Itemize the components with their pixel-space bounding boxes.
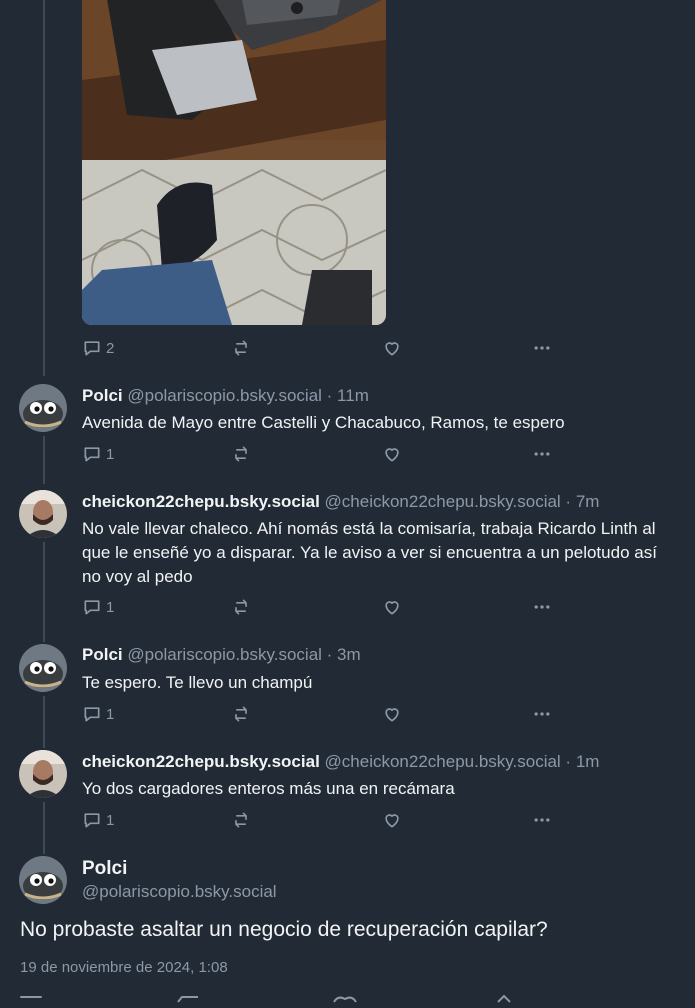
avatar[interactable] [19, 384, 67, 432]
author-name[interactable]: cheickon22chepu.bsky.social [82, 492, 320, 511]
reply-count: 1 [106, 705, 115, 723]
more-options-button[interactable] [532, 338, 552, 358]
reply-button[interactable]: 1 [82, 810, 114, 830]
photo-illustration [82, 0, 386, 325]
repost-button[interactable] [231, 704, 251, 724]
like-button[interactable] [382, 444, 402, 464]
post-header: cheickon22chepu.bsky.social @cheickon22c… [82, 492, 599, 512]
reply-count: 1 [106, 598, 115, 616]
reply-icon [82, 338, 102, 358]
more-options-button[interactable] [532, 444, 552, 464]
avatar[interactable] [19, 490, 67, 538]
repost-button[interactable] [231, 444, 251, 464]
reply-icon [82, 444, 102, 464]
more-icon [532, 444, 552, 464]
post-text: No vale llevar chaleco. Ahí nomás está l… [82, 519, 657, 586]
avatar-image [19, 490, 67, 538]
heart-icon [382, 338, 402, 358]
heart-icon [382, 704, 402, 724]
repost-icon [231, 338, 251, 358]
reply-button[interactable]: 1 [82, 597, 114, 617]
avatar[interactable] [19, 750, 67, 798]
repost-icon [231, 444, 251, 464]
more-options-button[interactable] [532, 597, 552, 617]
repost-button[interactable] [231, 810, 251, 830]
post-photo[interactable] [82, 0, 386, 325]
post-text: Avenida de Mayo entre Castelli y Chacabu… [82, 413, 565, 432]
author-name[interactable]: Polci [82, 645, 123, 664]
more-icon [532, 704, 552, 724]
reply-button[interactable]: 2 [82, 338, 114, 358]
post-header: Polci @polariscopio.bsky.social · 3m [82, 645, 361, 665]
author-handle-time[interactable]: @polariscopio.bsky.social · 11m [127, 386, 369, 405]
reply-button[interactable]: 1 [82, 444, 114, 464]
thread-line [43, 696, 45, 748]
like-button[interactable] [382, 704, 402, 724]
partial-action-icons [20, 994, 511, 1003]
avatar[interactable] [19, 644, 67, 692]
reply-icon [82, 810, 102, 830]
avatar-image [19, 384, 67, 432]
repost-icon [231, 704, 251, 724]
main-post-text: No probaste asaltar un negocio de recupe… [20, 918, 548, 941]
author-handle-time[interactable]: @cheickon22chepu.bsky.social · 1m [325, 752, 600, 771]
post-actions: 1 [82, 597, 562, 619]
post-text: Te espero. Te llevo un champú [82, 673, 313, 692]
reply-count: 1 [106, 811, 115, 829]
author-name[interactable]: Polci [82, 386, 123, 405]
avatar-image [19, 750, 67, 798]
author-handle-time[interactable]: @polariscopio.bsky.social · 3m [127, 645, 360, 664]
post-actions: 1 [82, 704, 562, 726]
reply-icon [82, 704, 102, 724]
reply-count: 1 [106, 445, 115, 463]
post-actions: 1 [82, 810, 562, 832]
main-post-actions-partial [0, 990, 695, 1003]
main-post-date: 19 de noviembre de 2024, 1:08 [20, 959, 228, 976]
repost-icon [231, 810, 251, 830]
reply-icon [82, 597, 102, 617]
main-author-name[interactable]: Polci [82, 858, 127, 880]
more-icon [532, 597, 552, 617]
heart-icon [382, 444, 402, 464]
like-button[interactable] [382, 597, 402, 617]
avatar-image [19, 644, 67, 692]
reply-button[interactable]: 1 [82, 704, 114, 724]
author-handle-time[interactable]: @cheickon22chepu.bsky.social · 7m [325, 492, 600, 511]
repost-button[interactable] [231, 338, 251, 358]
post-header: cheickon22chepu.bsky.social @cheickon22c… [82, 752, 599, 772]
main-author-handle[interactable]: @polariscopio.bsky.social [82, 882, 277, 902]
like-button[interactable] [382, 810, 402, 830]
post-header: Polci @polariscopio.bsky.social · 11m [82, 386, 369, 406]
post-text: Yo dos cargadores enteros más una en rec… [82, 779, 455, 798]
more-icon [532, 810, 552, 830]
like-button[interactable] [382, 338, 402, 358]
post-actions: 1 [82, 444, 562, 466]
reply-count: 2 [106, 339, 115, 357]
heart-icon [382, 597, 402, 617]
heart-icon [382, 810, 402, 830]
thread-line [43, 542, 45, 642]
more-options-button[interactable] [532, 810, 552, 830]
repost-icon [231, 597, 251, 617]
avatar-image [19, 856, 67, 904]
more-icon [532, 338, 552, 358]
author-name[interactable]: cheickon22chepu.bsky.social [82, 752, 320, 771]
post-actions: 2 [82, 338, 562, 360]
main-avatar[interactable] [19, 856, 67, 904]
thread-line-top [43, 0, 45, 376]
repost-button[interactable] [231, 597, 251, 617]
thread-line [43, 436, 45, 484]
thread-line [43, 802, 45, 854]
more-options-button[interactable] [532, 704, 552, 724]
